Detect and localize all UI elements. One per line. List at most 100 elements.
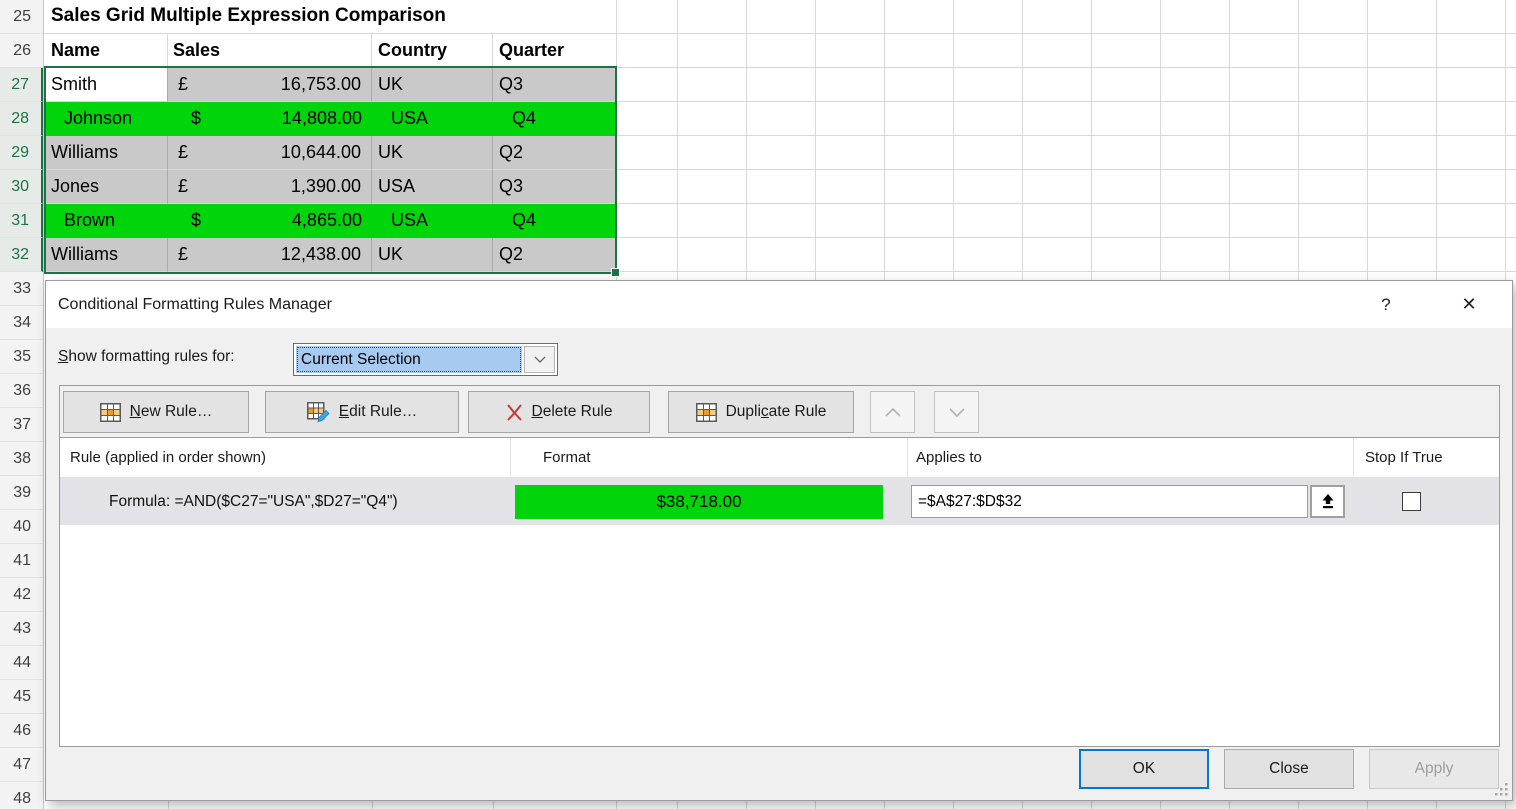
cell-name[interactable]: Williams xyxy=(45,136,168,170)
edit-rule-button[interactable]: Edit Rule… xyxy=(265,391,459,433)
ok-button[interactable]: OK xyxy=(1079,749,1209,789)
cell-sales[interactable]: $4,865.00 xyxy=(168,204,372,238)
dialog-titlebar[interactable]: Conditional Formatting Rules Manager ? ✕ xyxy=(46,281,1512,328)
row-header[interactable]: 30 xyxy=(0,170,43,204)
currency-symbol: $ xyxy=(191,204,201,238)
close-icon[interactable]: ✕ xyxy=(1452,281,1486,328)
row-header[interactable]: 42 xyxy=(0,578,43,612)
column-d-gridline xyxy=(616,0,617,280)
cell-sales[interactable]: £12,438.00 xyxy=(168,238,372,272)
cell-sheet-title[interactable]: Sales Grid Multiple Expression Compariso… xyxy=(45,0,616,34)
applies-to-input[interactable]: =$A$27:$D$32 xyxy=(911,485,1308,518)
amount: 10,644.00 xyxy=(281,136,361,169)
row-header[interactable]: 46 xyxy=(0,714,43,748)
cell-name[interactable]: Jones xyxy=(45,170,168,204)
cell-quarter[interactable]: Q3 xyxy=(493,170,616,204)
header-name[interactable]: Name xyxy=(45,34,168,68)
column-header-stop-if-true: Stop If True xyxy=(1365,438,1443,478)
row-header[interactable]: 31 xyxy=(0,204,43,238)
excel-window: 25 26 27 28 29 30 31 32 33 34 35 36 37 3… xyxy=(0,0,1516,809)
cell-name[interactable]: Brown xyxy=(45,204,168,238)
row-header[interactable]: 32 xyxy=(0,238,43,272)
gridline xyxy=(616,801,617,809)
column-separator xyxy=(510,438,511,478)
cell-quarter[interactable]: Q2 xyxy=(493,238,616,272)
column-header-rule: Rule (applied in order shown) xyxy=(70,438,266,478)
cell-name[interactable]: Williams xyxy=(45,238,168,272)
header-sales[interactable]: Sales xyxy=(168,34,372,68)
resize-grip[interactable] xyxy=(1494,782,1509,797)
row-header[interactable]: 39 xyxy=(0,476,43,510)
cell-sales[interactable]: £16,753.00 xyxy=(168,68,372,102)
row-header[interactable]: 40 xyxy=(0,510,43,544)
row-header[interactable]: 28 xyxy=(0,102,43,136)
table-row: Williams £12,438.00 UK Q2 xyxy=(45,238,616,272)
delete-x-icon xyxy=(506,404,523,421)
range-picker-button[interactable] xyxy=(1310,485,1345,518)
move-rule-up-button[interactable] xyxy=(870,391,915,433)
table-row: Johnson $14,808.00 USA Q4 xyxy=(45,102,616,136)
show-rules-dropdown[interactable]: Current Selection xyxy=(293,343,558,376)
row-header[interactable]: 26 xyxy=(0,34,43,68)
column-separator xyxy=(1353,438,1354,478)
collapse-dialog-arrow-icon xyxy=(1320,493,1336,510)
amount: 14,808.00 xyxy=(282,102,362,136)
header-country[interactable]: Country xyxy=(372,34,493,68)
dropdown-selected-value[interactable]: Current Selection xyxy=(296,346,522,373)
table-header-row: Name Sales Country Quarter xyxy=(45,34,616,68)
cell-sales[interactable]: £10,644.00 xyxy=(168,136,372,170)
new-rule-button[interactable]: New Rule… xyxy=(63,391,249,433)
row-header[interactable]: 44 xyxy=(0,646,43,680)
amount: 12,438.00 xyxy=(281,238,361,271)
cell-country[interactable]: UK xyxy=(372,68,493,102)
cell-quarter[interactable]: Q4 xyxy=(493,102,616,136)
stop-if-true-checkbox[interactable] xyxy=(1402,492,1421,511)
rule-row[interactable]: Formula: =AND($C27="USA",$D27="Q4") $38,… xyxy=(60,478,1499,525)
currency-symbol: £ xyxy=(178,170,188,203)
header-quarter[interactable]: Quarter xyxy=(493,34,616,68)
cell-sales[interactable]: £1,390.00 xyxy=(168,170,372,204)
close-button[interactable]: Close xyxy=(1224,749,1354,789)
gridline xyxy=(372,801,373,809)
rules-toolbar: New Rule… Edit Rule… Delete Rule Duplica… xyxy=(60,386,1499,438)
gridline xyxy=(168,801,169,809)
row-header[interactable]: 34 xyxy=(0,306,43,340)
rules-list-header: Rule (applied in order shown) Format App… xyxy=(60,438,1499,478)
amount: 16,753.00 xyxy=(281,68,361,101)
cell-name[interactable]: Smith xyxy=(45,68,168,102)
row-header[interactable]: 33 xyxy=(0,272,43,306)
rule-format-preview: $38,718.00 xyxy=(515,485,883,519)
row-header[interactable]: 37 xyxy=(0,408,43,442)
cell-quarter[interactable]: Q4 xyxy=(493,204,616,238)
row-header[interactable]: 41 xyxy=(0,544,43,578)
row-header-column: 25 26 27 28 29 30 31 32 33 34 35 36 37 3… xyxy=(0,0,44,809)
delete-rule-button[interactable]: Delete Rule xyxy=(468,391,650,433)
chevron-up-icon xyxy=(885,408,901,417)
edit-rule-label: Edit Rule… xyxy=(339,403,417,421)
cell-country[interactable]: UK xyxy=(372,238,493,272)
cell-sales[interactable]: $14,808.00 xyxy=(168,102,372,136)
cell-quarter[interactable]: Q2 xyxy=(493,136,616,170)
cell-country[interactable]: UK xyxy=(372,136,493,170)
cell-country[interactable]: USA xyxy=(372,204,493,238)
cell-quarter[interactable]: Q3 xyxy=(493,68,616,102)
dropdown-arrow-button[interactable] xyxy=(524,346,555,373)
cell-country[interactable]: USA xyxy=(372,170,493,204)
row-header[interactable]: 47 xyxy=(0,748,43,782)
cell-name[interactable]: Johnson xyxy=(45,102,168,136)
row-header[interactable]: 25 xyxy=(0,0,43,34)
row-header[interactable]: 36 xyxy=(0,374,43,408)
row-header[interactable]: 29 xyxy=(0,136,43,170)
row-header[interactable]: 43 xyxy=(0,612,43,646)
fill-handle[interactable] xyxy=(611,268,620,277)
row-header[interactable]: 48 xyxy=(0,782,43,809)
help-icon[interactable]: ? xyxy=(1372,281,1400,328)
move-rule-down-button[interactable] xyxy=(934,391,979,433)
row-header[interactable]: 27 xyxy=(0,68,43,102)
apply-button[interactable]: Apply xyxy=(1369,749,1499,789)
row-header[interactable]: 38 xyxy=(0,442,43,476)
duplicate-rule-button[interactable]: Duplicate Rule xyxy=(668,391,854,433)
row-header[interactable]: 45 xyxy=(0,680,43,714)
row-header[interactable]: 35 xyxy=(0,340,43,374)
cell-country[interactable]: USA xyxy=(372,102,493,136)
